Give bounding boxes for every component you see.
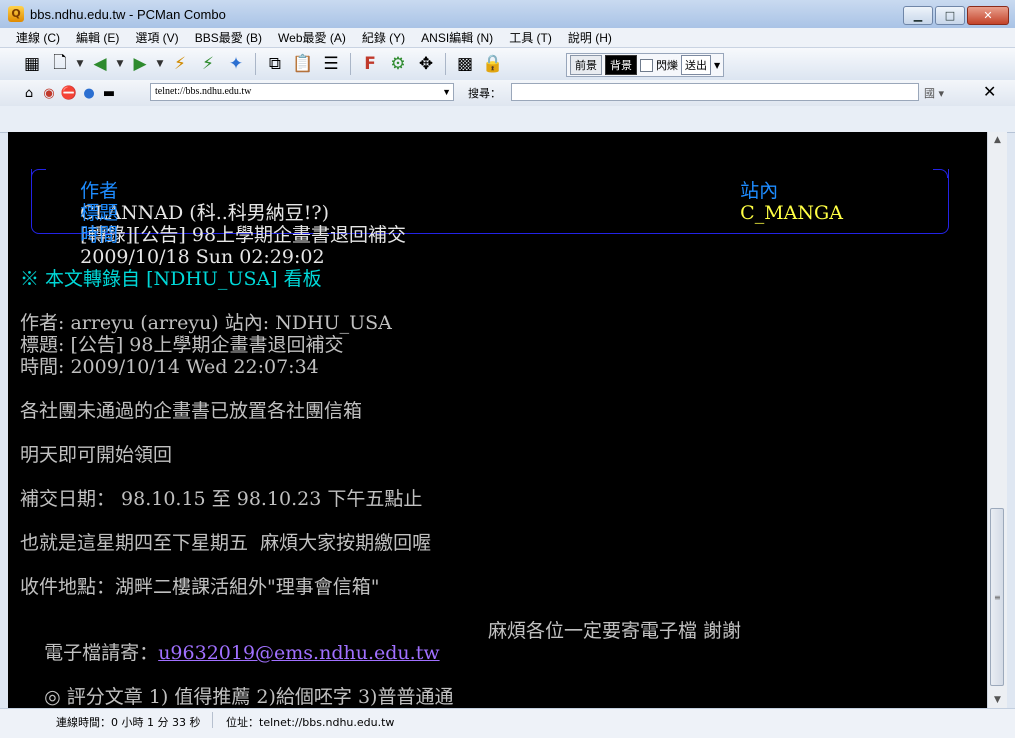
menu-options[interactable]: 選項 (V) bbox=[127, 29, 186, 46]
add-favorite-icon[interactable]: ✦ bbox=[224, 52, 248, 76]
reconnect-icon[interactable]: ⚡ bbox=[196, 52, 220, 76]
close-tab-icon[interactable]: ✕ bbox=[983, 82, 996, 101]
search-engine-select[interactable]: 國 ▾ bbox=[924, 85, 944, 101]
address-toolbar: ⌂ ◉ ⛔ ● ▬ telnet://bbs.ndhu.edu.tw ▼ 搜尋：… bbox=[0, 80, 1015, 107]
email-link[interactable]: u9632019@ems.ndhu.edu.tw bbox=[158, 642, 439, 664]
font-icon[interactable]: F bbox=[358, 52, 382, 76]
lock-icon[interactable]: 🔒 bbox=[481, 52, 505, 76]
chevron-down-icon[interactable]: ▼ bbox=[442, 84, 451, 100]
paste-icon[interactable]: 📋 bbox=[291, 52, 315, 76]
chevron-down-icon[interactable]: ▼ bbox=[156, 59, 164, 69]
chevron-down-icon[interactable]: ▼ bbox=[714, 61, 720, 70]
antiidle-icon[interactable]: ◉ bbox=[40, 84, 58, 102]
orig-title-line: 標題: [公告] 98上學期企畫書退回補交 bbox=[20, 334, 344, 356]
main-toolbar: ▦ 🗋 ▼ ◀ ▼ ▶ ▼ ⚡ ⚡ ✦ ⧉ 📋 ☰ F ⚙ ✥ ▩ 🔒 前景 背… bbox=[0, 48, 1015, 81]
menu-web-favorites[interactable]: Web最愛 (A) bbox=[270, 29, 354, 46]
fullscreen-icon[interactable]: ✥ bbox=[414, 52, 438, 76]
menu-log[interactable]: 紀錄 (Y) bbox=[354, 29, 413, 46]
board-value: C_MANGA bbox=[740, 202, 843, 224]
stop-icon[interactable]: ⛔ bbox=[60, 84, 78, 102]
chevron-down-icon[interactable]: ▼ bbox=[76, 59, 84, 69]
copy-article-icon[interactable]: ☰ bbox=[319, 52, 343, 76]
site-list-icon[interactable]: ▦ bbox=[20, 52, 44, 76]
blink-label: 閃爍 bbox=[656, 59, 678, 72]
address-input[interactable]: telnet://bbs.ndhu.edu.tw ▼ bbox=[150, 83, 454, 101]
title-bar: Q bbs.ndhu.edu.tw - PCMan Combo ▁ □ ✕ bbox=[0, 0, 1015, 29]
copy-icon[interactable]: ⧉ bbox=[263, 52, 287, 76]
back-icon[interactable]: ◀ bbox=[88, 52, 112, 76]
repost-line: ※ 本文轉錄自 [NDHU_USA] 看板 bbox=[20, 268, 322, 290]
menu-edit[interactable]: 編輯 (E) bbox=[68, 29, 127, 46]
email-label: 電子檔請寄： bbox=[44, 642, 159, 664]
board-label: 站內 bbox=[740, 180, 779, 202]
blink-checkbox[interactable] bbox=[640, 58, 653, 72]
body-line: 補交日期： 98.10.15 至 98.10.23 下午五點止 bbox=[20, 488, 423, 510]
body-line: 明天即可開始領回 bbox=[20, 444, 173, 466]
forward-icon[interactable]: ▶ bbox=[128, 52, 152, 76]
time-value: 2009/10/18 Sun 02:29:02 bbox=[80, 246, 325, 268]
body-line: 各社團未通過的企畫書已放置各社團信箱 bbox=[20, 400, 363, 422]
home-icon[interactable]: ⌂ bbox=[20, 84, 38, 102]
foreground-button[interactable]: 前景 bbox=[570, 55, 602, 75]
menu-bar: 連線 (C) 編輯 (E) 選項 (V) BBS最愛 (B) Web最愛 (A)… bbox=[0, 28, 1015, 48]
connect-time: 連線時間：0 小時 1 分 33 秒 bbox=[56, 716, 201, 729]
tab-strip bbox=[0, 106, 1015, 133]
email-note: 麻煩各位一定要寄電子檔 謝謝 bbox=[488, 620, 742, 642]
time-label: 時間 bbox=[80, 224, 119, 246]
gear-icon[interactable]: ⚙ bbox=[386, 52, 410, 76]
scrollbar-thumb[interactable]: ≡ bbox=[990, 508, 1004, 686]
terminal-icon[interactable]: ▬ bbox=[100, 84, 118, 102]
menu-ansi-edit[interactable]: ANSI編輯 (N) bbox=[413, 29, 501, 46]
app-icon: Q bbox=[8, 6, 24, 22]
orig-author-line: 作者: arreyu (arreyu) 站內: NDHU_USA bbox=[20, 312, 392, 334]
disconnect-icon[interactable]: ⚡ bbox=[168, 52, 192, 76]
menu-help[interactable]: 說明 (H) bbox=[560, 29, 620, 46]
send-button[interactable]: 送出 bbox=[681, 55, 711, 75]
background-button[interactable]: 背景 bbox=[605, 55, 637, 75]
body-line: 收件地點：湖畔二樓課活組外"理事會信箱" bbox=[20, 576, 380, 598]
menu-tools[interactable]: 工具 (T) bbox=[501, 29, 560, 46]
orig-time-line: 時間: 2009/10/14 Wed 22:07:34 bbox=[20, 356, 319, 378]
status-address: 位址：telnet://bbs.ndhu.edu.tw bbox=[226, 716, 395, 729]
scroll-down-icon[interactable]: ▼ bbox=[988, 692, 1007, 708]
search-label: 搜尋： bbox=[468, 87, 501, 100]
address-value: telnet://bbs.ndhu.edu.tw bbox=[155, 86, 252, 97]
maximize-button[interactable]: □ bbox=[935, 6, 965, 25]
body-line: 也就是這星期四至下星期五 麻煩大家按期繳回喔 bbox=[20, 532, 432, 554]
globe-icon[interactable]: ● bbox=[80, 84, 98, 102]
chevron-down-icon[interactable]: ▼ bbox=[116, 59, 124, 69]
search-input[interactable] bbox=[511, 83, 919, 101]
menu-bbs-favorites[interactable]: BBS最愛 (B) bbox=[187, 29, 270, 46]
window-title: bbs.ndhu.edu.tw - PCMan Combo bbox=[30, 7, 226, 22]
emoticon-icon[interactable]: ▩ bbox=[453, 52, 477, 76]
minimize-button[interactable]: ▁ bbox=[903, 6, 933, 25]
new-connection-icon[interactable]: 🗋 bbox=[48, 52, 72, 76]
status-bar: 連線時間：0 小時 1 分 33 秒 位址：telnet://bbs.ndhu.… bbox=[0, 708, 1015, 738]
close-button[interactable]: ✕ bbox=[967, 6, 1009, 25]
scroll-up-icon[interactable]: ▲ bbox=[988, 132, 1007, 148]
rating-prompt: ◎ 評分文章 1) 值得推薦 2)給個呸字 3)普普通通 bbox=[44, 686, 454, 708]
menu-connect[interactable]: 連線 (C) bbox=[8, 29, 68, 46]
terminal-screen[interactable]: 作者 CLANNAD (科..科男納豆!?) 站內 C_MANGA 標題 [轉錄… bbox=[8, 132, 987, 708]
terminal-scrollbar[interactable]: ▲ ≡ ▼ bbox=[987, 132, 1007, 708]
ansi-color-group: 前景 背景 閃爍 送出 ▼ bbox=[566, 53, 725, 77]
